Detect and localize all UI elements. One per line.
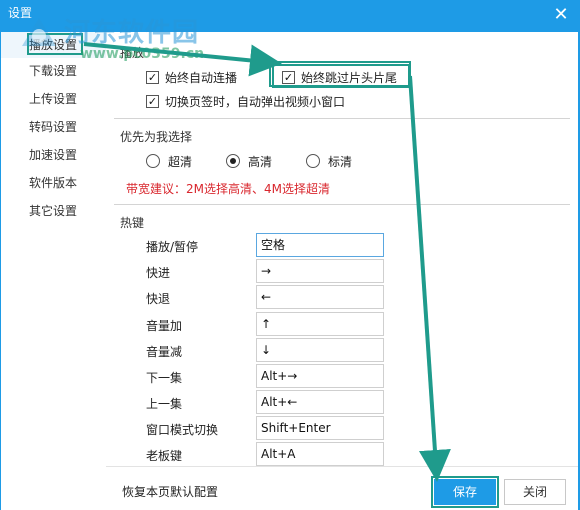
sidebar: 播放设置 下载设置 上传设置 转码设置 加速设置 软件版本 其它设置 [0, 32, 107, 510]
checkbox-label: 始终跳过片头片尾 [301, 70, 398, 85]
hotkey-input-prev-episode[interactable]: Alt+← [256, 390, 384, 414]
hotkey-input-volume-up[interactable]: ↑ [256, 312, 384, 336]
annotation-highlight-box [27, 33, 83, 55]
radio-icon [146, 154, 160, 168]
popup-window-checkbox[interactable]: ✓ 切换页签时，自动弹出视频小窗口 [146, 92, 345, 110]
save-button[interactable]: 保存 [434, 479, 496, 505]
restore-defaults-link[interactable]: 恢复本页默认配置 [122, 483, 218, 500]
radio-icon [306, 154, 320, 168]
hotkey-label: 播放/暂停 [146, 240, 199, 254]
radio-selected-icon [226, 154, 240, 168]
hotkey-label: 快退 [146, 292, 171, 306]
hotkey-label: 音量加 [146, 319, 183, 333]
hotkey-label: 下一集 [146, 371, 183, 385]
checkbox-label: 始终自动连播 [165, 70, 238, 85]
hotkey-input-window-mode[interactable]: Shift+Enter [256, 416, 384, 440]
hotkey-input-play-pause[interactable]: 空格 [256, 233, 384, 257]
checkbox-checked-icon: ✓ [282, 70, 295, 84]
sidebar-item-transcode[interactable]: 转码设置 [1, 114, 107, 140]
hotkey-input-rewind[interactable]: ← [256, 285, 384, 309]
radio-label: 超清 [168, 154, 193, 169]
checkbox-checked-icon: ✓ [146, 94, 159, 108]
sidebar-item-download[interactable]: 下载设置 [1, 58, 107, 84]
window-title: 设置 [8, 6, 33, 20]
hotkey-label: 窗口模式切换 [146, 423, 219, 437]
footer: 恢复本页默认配置 保存 关闭 [106, 466, 578, 510]
divider [114, 204, 570, 205]
radio-hd[interactable]: 高清 [226, 152, 272, 170]
hotkey-input-boss-key[interactable]: Alt+A [256, 442, 384, 466]
sidebar-item-label: 上传设置 [29, 92, 78, 106]
close-button[interactable]: 关闭 [504, 479, 566, 505]
sidebar-item-upload[interactable]: 上传设置 [1, 86, 107, 112]
autoplay-checkbox[interactable]: ✓ 始终自动连播 [146, 68, 237, 86]
sidebar-item-label: 转码设置 [29, 120, 78, 134]
hotkey-input-next-episode[interactable]: Alt+→ [256, 364, 384, 388]
section-title-hotkeys: 热键 [120, 216, 145, 230]
hotkey-label: 老板键 [146, 449, 183, 463]
hotkey-input-forward[interactable]: → [256, 259, 384, 283]
section-title-playback: 播放 [120, 46, 145, 60]
sidebar-item-acceleration[interactable]: 加速设置 [1, 142, 107, 168]
checkbox-checked-icon: ✓ [146, 70, 159, 84]
sidebar-item-label: 加速设置 [29, 148, 78, 162]
radio-ultra-hd[interactable]: 超清 [146, 152, 192, 170]
title-bar: 设置 ✕ [0, 0, 580, 32]
hotkey-label: 快进 [146, 266, 171, 280]
divider [114, 118, 570, 119]
skip-intro-checkbox[interactable]: ✓ 始终跳过片头片尾 [282, 68, 397, 86]
bandwidth-tip: 带宽建议：2M选择高清、4M选择超清 [126, 182, 330, 196]
hotkey-input-volume-down[interactable]: ↓ [256, 338, 384, 362]
sidebar-item-label: 下载设置 [29, 64, 78, 78]
radio-label: 标清 [328, 154, 353, 169]
sidebar-item-playback[interactable]: 播放设置 [1, 32, 107, 58]
radio-sd[interactable]: 标清 [306, 152, 352, 170]
hotkey-label: 音量减 [146, 345, 183, 359]
sidebar-item-version[interactable]: 软件版本 [1, 170, 107, 196]
section-title-quality: 优先为我选择 [120, 130, 193, 144]
settings-panel: 播放 ✓ 始终自动连播 ✓ 始终跳过片头片尾 ✓ 切换页签时，自动弹出视频小窗口… [106, 32, 578, 466]
sidebar-item-other[interactable]: 其它设置 [1, 198, 107, 224]
hotkey-label: 上一集 [146, 397, 183, 411]
sidebar-item-label: 其它设置 [29, 204, 78, 218]
sidebar-item-label: 软件版本 [29, 176, 78, 190]
radio-label: 高清 [248, 154, 273, 169]
close-icon[interactable]: ✕ [552, 6, 570, 24]
checkbox-label: 切换页签时，自动弹出视频小窗口 [165, 94, 346, 109]
